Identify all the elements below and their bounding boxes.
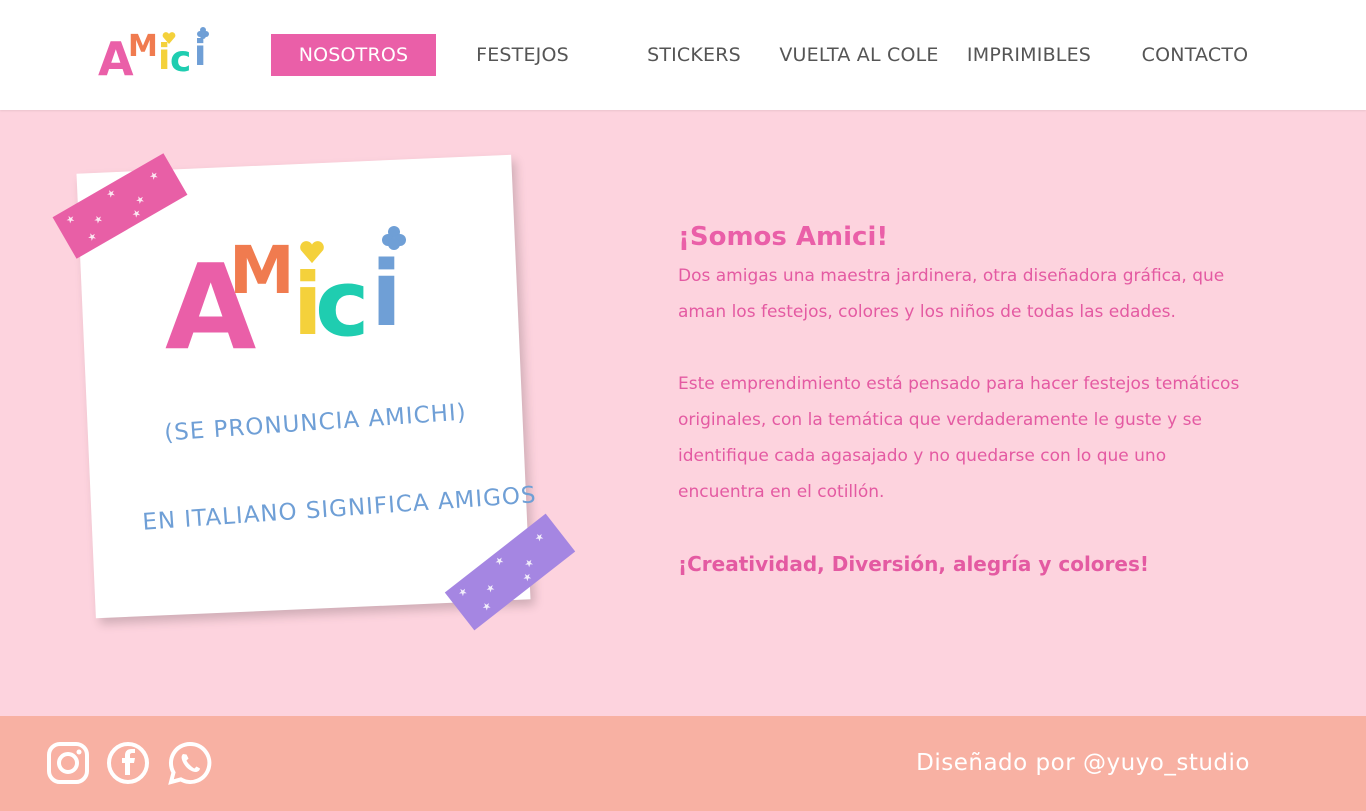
intro-note-card: [76, 154, 531, 619]
nav-vuelta-al-cole[interactable]: VUELTA AL COLE: [776, 34, 942, 76]
nav-contacto[interactable]: CONTACTO: [1128, 34, 1262, 76]
amici-large-logo: A M i c i: [165, 226, 425, 378]
about-paragraph-1: Dos amigas una maestra jardinera, otra d…: [678, 266, 1225, 322]
nav-festejos[interactable]: FESTEJOS: [455, 34, 590, 76]
heart-icon: [300, 241, 324, 264]
large-logo-letter-c: c: [315, 250, 370, 357]
flower-icon: [382, 226, 406, 250]
logo-letter-m: M: [128, 29, 158, 64]
logo-letter-c: c: [170, 39, 192, 80]
large-logo-letter-m: M: [229, 232, 295, 309]
amici-logo[interactable]: A M i c i: [96, 26, 216, 92]
nav-imprimibles[interactable]: IMPRIMIBLES: [962, 34, 1096, 76]
nav-nosotros[interactable]: NOSOTROS: [271, 34, 436, 76]
large-logo-letter-i2: i: [371, 242, 402, 347]
nav-stickers[interactable]: STICKERS: [628, 34, 760, 76]
logo-letter-i1: i: [158, 37, 171, 78]
flower-icon: [197, 27, 209, 39]
about-paragraph-2: Este emprendimiento está pensado para ha…: [678, 374, 1240, 502]
site-footer: Diseñado por @yuyo_studio: [0, 716, 1366, 811]
heart-icon: [162, 32, 176, 44]
whatsapp-icon[interactable]: [168, 741, 212, 785]
about-title: ¡Somos Amici!: [678, 222, 889, 252]
about-section: ¡Somos Amici! Dos amigas una maestra jar…: [678, 222, 1258, 582]
about-slogan: ¡Creatividad, Diversión, alegría y color…: [678, 552, 1149, 576]
designer-credit[interactable]: Diseñado por @yuyo_studio: [916, 750, 1250, 776]
instagram-icon[interactable]: [46, 741, 90, 785]
facebook-icon[interactable]: [106, 741, 150, 785]
logo-letter-i2: i: [194, 33, 207, 74]
site-header: A M i c i NOSOTROS FESTEJOS STICKERS VUE…: [0, 0, 1366, 110]
